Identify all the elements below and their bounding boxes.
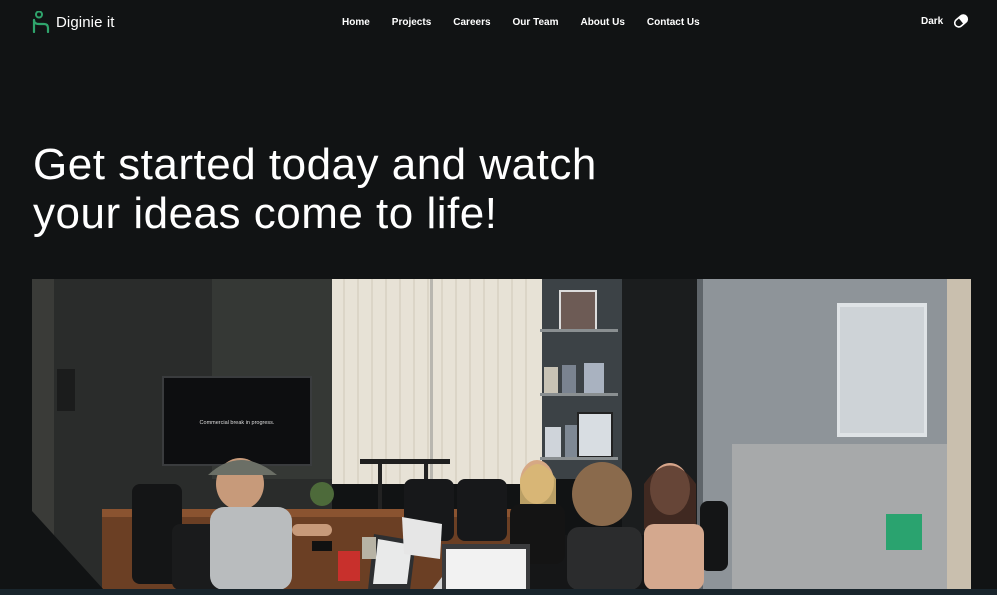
hero-title: Get started today and watch your ideas c…: [33, 140, 733, 238]
photo-right-edge: [971, 279, 997, 590]
theme-toggle-label: Dark: [921, 15, 944, 27]
main-nav: Home Projects Careers Our Team About Us …: [342, 17, 700, 28]
hero-title-line-2: your ideas come to life!: [33, 189, 498, 238]
bottom-section-edge: [0, 589, 997, 595]
hero-title-line-1: Get started today and watch: [33, 140, 597, 189]
accent-square: [886, 514, 922, 550]
nav-home[interactable]: Home: [342, 17, 370, 28]
tv-caption: Commercial break in progress.: [200, 420, 275, 426]
brand-logo[interactable]: Diginie it: [32, 11, 115, 33]
hero-photo: Commercial break in progress.: [32, 279, 971, 590]
nav-contact-us[interactable]: Contact Us: [647, 17, 700, 28]
top-navbar: Diginie it Home Projects Careers Our Tea…: [0, 0, 997, 46]
moon-pill-icon: [954, 14, 969, 28]
theme-toggle[interactable]: Dark: [921, 12, 970, 30]
nav-our-team[interactable]: Our Team: [513, 17, 559, 28]
team-meeting-photo: Commercial break in progress.: [32, 279, 971, 590]
nav-projects[interactable]: Projects: [392, 17, 431, 28]
brand-logo-icon: [32, 11, 50, 33]
brand-name: Diginie it: [56, 13, 115, 31]
nav-careers[interactable]: Careers: [453, 17, 490, 28]
nav-about-us[interactable]: About Us: [580, 17, 624, 28]
